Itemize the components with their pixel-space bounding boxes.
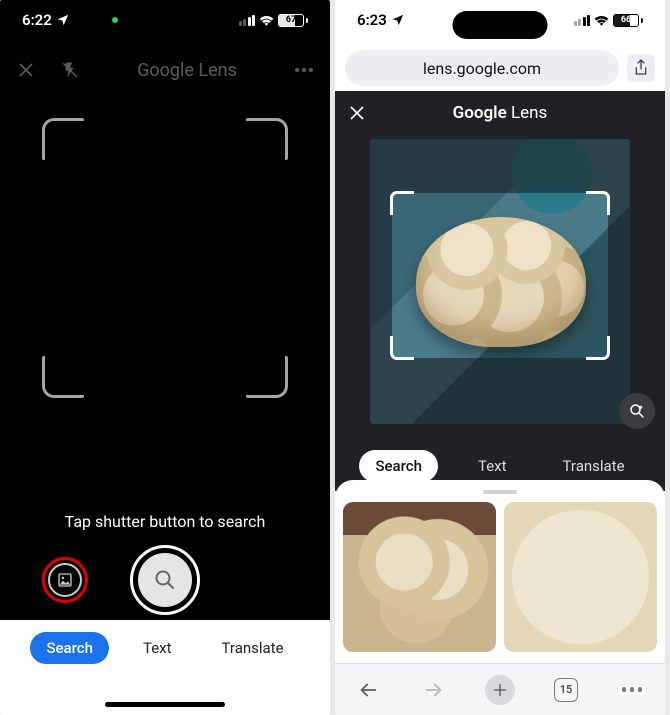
- home-indicator[interactable]: [105, 702, 225, 707]
- lens-panel: Google Lens Search Text Translate: [335, 91, 665, 491]
- results-grid: [343, 502, 657, 652]
- analyzed-image[interactable]: [370, 139, 630, 424]
- cellular-icon: [239, 15, 255, 26]
- battery-icon: 67: [278, 14, 308, 27]
- search-icon: [153, 568, 177, 592]
- tabs-button[interactable]: 15: [551, 675, 581, 705]
- url-text: lens.google.com: [423, 59, 541, 78]
- more-icon[interactable]: [292, 58, 316, 82]
- wifi-icon: [259, 14, 274, 26]
- battery-level: 67: [286, 15, 296, 25]
- status-time: 6:22: [22, 11, 52, 29]
- more-button[interactable]: [617, 675, 647, 705]
- camera-controls: [0, 540, 330, 620]
- gallery-button[interactable]: [42, 557, 88, 603]
- safari-toolbar: 15: [335, 663, 665, 715]
- footer: Search Text Translate: [0, 620, 330, 715]
- sheet-drag-handle[interactable]: [483, 490, 517, 494]
- app-title: Google Lens: [453, 103, 548, 123]
- lens-header: Google Lens: [0, 50, 330, 90]
- image-icon: [57, 572, 73, 588]
- battery-icon: 66: [613, 14, 643, 27]
- url-field[interactable]: lens.google.com: [345, 50, 619, 86]
- mode-tabs: Search Text Translate: [30, 632, 299, 664]
- browser-address-bar: lens.google.com: [335, 45, 665, 91]
- tab-text[interactable]: Text: [127, 632, 188, 664]
- viewfinder-frame: [42, 118, 288, 398]
- plus-icon: [492, 682, 508, 698]
- share-button[interactable]: [627, 54, 655, 82]
- close-icon[interactable]: [345, 101, 369, 125]
- phone-left: 6:22 67 Google Lens: [0, 0, 330, 715]
- tab-translate[interactable]: Translate: [547, 450, 641, 482]
- tab-translate[interactable]: Translate: [206, 632, 300, 664]
- app-title: Google Lens: [137, 60, 237, 81]
- hint-text: Tap shutter button to search: [0, 512, 330, 531]
- back-button[interactable]: [353, 675, 383, 705]
- tab-search[interactable]: Search: [359, 450, 438, 482]
- shutter-button[interactable]: [130, 545, 200, 615]
- cellular-icon: [574, 15, 590, 26]
- battery-level: 66: [621, 15, 631, 25]
- results-sheet[interactable]: [335, 480, 665, 663]
- tab-search[interactable]: Search: [30, 632, 109, 664]
- tab-text[interactable]: Text: [462, 450, 523, 482]
- close-icon[interactable]: [14, 58, 38, 82]
- status-time: 6:23: [357, 11, 387, 29]
- dynamic-island: [453, 11, 548, 39]
- camera-active-dot: [112, 17, 118, 23]
- lens-search-fab[interactable]: [619, 393, 655, 429]
- flash-off-icon[interactable]: [58, 58, 82, 82]
- location-icon: [56, 13, 70, 27]
- lens-header: Google Lens: [335, 91, 665, 135]
- open-tabs-count: 15: [560, 683, 573, 696]
- wifi-icon: [594, 14, 609, 26]
- phone-right: 6:23 66 lens.google.com: [335, 0, 665, 715]
- new-tab-button[interactable]: [485, 675, 515, 705]
- result-card[interactable]: [504, 502, 657, 652]
- crop-handles[interactable]: [392, 193, 608, 358]
- result-card[interactable]: [343, 502, 496, 652]
- forward-button[interactable]: [419, 675, 449, 705]
- status-bar: 6:22 67: [0, 0, 330, 40]
- location-icon: [391, 13, 405, 27]
